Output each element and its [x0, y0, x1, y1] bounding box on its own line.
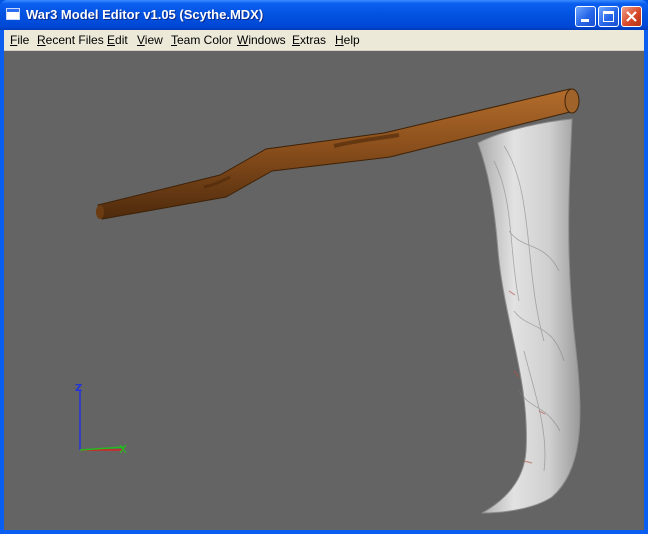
- minimize-button[interactable]: [575, 6, 596, 27]
- close-button[interactable]: [621, 6, 642, 27]
- axis-gizmo: Z: [75, 383, 127, 454]
- menu-view[interactable]: View: [137, 33, 163, 47]
- scythe-blade: [477, 118, 581, 514]
- app-icon[interactable]: [6, 8, 20, 20]
- menu-team-color[interactable]: Team Color: [171, 33, 232, 47]
- menu-extras[interactable]: Extras: [292, 33, 326, 47]
- window-title: War3 Model Editor v1.05 (Scythe.MDX): [26, 7, 264, 22]
- menu-windows[interactable]: Windows: [237, 33, 286, 47]
- menu-bar: File Recent Files Edit View Team Color W…: [4, 30, 644, 51]
- menu-file[interactable]: File: [10, 33, 29, 47]
- y-axis-mark: [119, 444, 127, 454]
- z-axis-label: Z: [75, 383, 82, 394]
- close-icon: [626, 11, 637, 22]
- menu-help[interactable]: Help: [335, 33, 360, 47]
- app-window: War3 Model Editor v1.05 (Scythe.MDX) Fil…: [0, 0, 648, 534]
- window-frame-bottom: [0, 530, 648, 534]
- menu-edit[interactable]: Edit: [107, 33, 128, 47]
- maximize-icon: [603, 11, 614, 22]
- menu-recent-files[interactable]: Recent Files: [37, 33, 104, 47]
- 3d-viewport[interactable]: Z: [4, 51, 644, 530]
- model-scene: Z: [75, 88, 581, 514]
- title-bar[interactable]: War3 Model Editor v1.05 (Scythe.MDX): [0, 0, 648, 30]
- maximize-button[interactable]: [598, 6, 619, 27]
- minimize-icon: [581, 19, 589, 22]
